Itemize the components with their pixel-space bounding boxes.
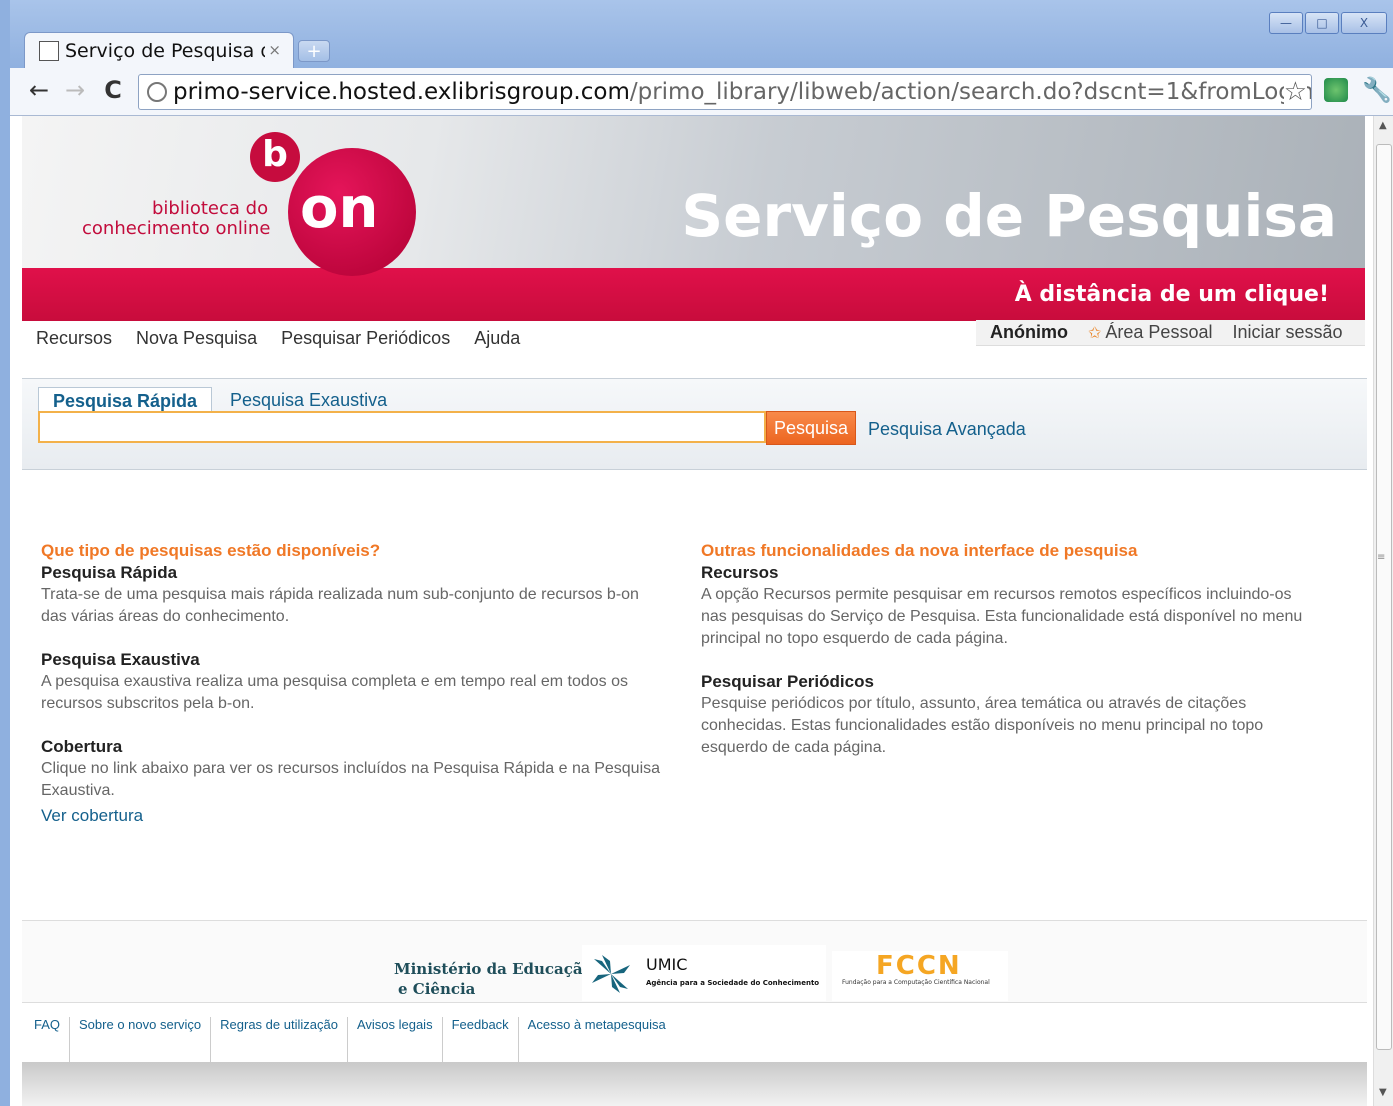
scroll-thumb[interactable] [1376,144,1392,1050]
address-bar[interactable]: primo-service.hosted.exlibrisgroup.com /… [138,74,1312,110]
page-content: b on biblioteca do conhecimento online S… [22,116,1367,1106]
item-title: Pesquisa Rápida [41,563,178,582]
back-icon[interactable]: ← [24,76,54,104]
menu-recursos[interactable]: Recursos [36,328,112,349]
fccn-logo: FCCN Fundação para a Computação Científi… [832,951,1008,1001]
logo-b: b [250,132,300,182]
advanced-search-link[interactable]: Pesquisa Avançada [868,419,1026,440]
page-icon [39,40,59,61]
footer-link-feedback[interactable]: Feedback [441,1017,518,1062]
item-text: A opção Recursos permite pesquisar em re… [701,586,1303,647]
menu-pesquisar-periodicos[interactable]: Pesquisar Periódicos [281,328,450,349]
item-title: Pesquisa Exaustiva [41,650,200,669]
browser-toolbar: ← → C primo-service.hosted.exlibrisgroup… [10,68,1393,116]
info-right-column: Outras funcionalidades da nova interface… [701,540,1321,759]
footer-links: FAQ Sobre o novo serviço Regras de utili… [22,1002,1367,1062]
maximize-button[interactable]: □ [1305,12,1339,34]
url-path: /primo_library/libweb/action/search.do?d… [629,79,1312,105]
umic-logo: UMIC Agência para a Sociedade do Conheci… [582,945,826,1001]
info-left-column: Que tipo de pesquisas estão disponíveis?… [41,540,661,826]
user-menu: Anónimo ✩ Área Pessoal Iniciar sessão [976,320,1365,346]
scroll-up-icon[interactable]: ▲ [1379,120,1387,131]
header-banner: b on biblioteca do conhecimento online S… [22,116,1365,321]
item-title: Recursos [701,563,779,582]
vertical-scrollbar[interactable]: ▲ ≡ ▼ [1373,116,1393,1106]
reload-icon[interactable]: C [98,76,128,104]
footer-link-about[interactable]: Sobre o novo serviço [69,1017,210,1062]
main-menu: Recursos Nova Pesquisa Pesquisar Periódi… [36,328,544,349]
mec-line1: Ministério da Educação [394,960,593,978]
item-text: Pesquise periódicos por título, assunto,… [701,695,1264,756]
section-heading: Outras funcionalidades da nova interface… [701,541,1138,560]
banner-subtitle: À distância de um clique! [1014,282,1329,307]
minimize-button[interactable]: — [1269,12,1303,34]
umic-title: UMIC [646,955,688,974]
star-icon: ✩ [1088,323,1102,342]
menu-nova-pesquisa[interactable]: Nova Pesquisa [136,328,257,349]
search-button[interactable]: Pesquisa [766,411,856,445]
browser-tab[interactable]: Serviço de Pesquisa d × [24,32,294,68]
footer-link-rules[interactable]: Regras de utilização [210,1017,347,1062]
tab-close-icon[interactable]: × [268,41,281,59]
window-controls: — □ X [1267,12,1387,34]
umic-mark-icon [592,955,630,993]
item-title: Pesquisar Periódicos [701,672,874,691]
scroll-grip-icon: ≡ [1377,552,1386,563]
coverage-link[interactable]: Ver cobertura [41,806,143,826]
umic-subtitle: Agência para a Sociedade do Conhecimento [646,979,820,987]
logo-text-line2: conhecimento online [82,218,271,239]
mec-line2: e Ciência [398,980,476,998]
window-frame [0,0,10,1106]
tab-pesquisa-exaustiva[interactable]: Pesquisa Exaustiva [230,387,387,413]
scroll-down-icon[interactable]: ▼ [1379,1087,1387,1098]
footer-link-faq[interactable]: FAQ [34,1017,69,1062]
wrench-icon[interactable]: 🔧 [1362,76,1392,104]
logo-on: on [300,176,379,241]
banner-title: Serviço de Pesquisa [681,182,1337,250]
item-title: Cobertura [41,737,123,756]
menu-ajuda[interactable]: Ajuda [474,328,520,349]
personal-area-link[interactable]: Área Pessoal [1105,322,1212,343]
footer-link-legal[interactable]: Avisos legais [346,1017,442,1062]
close-window-button[interactable]: X [1341,12,1387,34]
tab-pesquisa-rapida[interactable]: Pesquisa Rápida [38,387,212,413]
search-panel: Pesquisa Rápida Pesquisa Exaustiva Pesqu… [22,378,1367,470]
item-text: A pesquisa exaustiva realiza uma pesquis… [41,673,628,712]
extension-icon[interactable] [1324,78,1348,102]
user-name: Anónimo [990,322,1068,342]
footer-logos: Ministério da Educação e Ciência UMIC Ag… [22,920,1367,1002]
tab-title: Serviço de Pesquisa d [65,39,265,62]
globe-icon [147,82,167,102]
item-text: Trata-se de uma pesquisa mais rápida rea… [41,586,639,625]
forward-icon[interactable]: → [60,76,90,104]
mec-logo: Ministério da Educação e Ciência [394,959,593,999]
bookmark-star-icon[interactable]: ☆ [1283,77,1307,107]
new-tab-button[interactable]: + [298,40,330,62]
fccn-subtitle: Fundação para a Computação Científica Na… [842,979,990,986]
fccn-title: FCCN [876,951,962,981]
logo-text-line1: biblioteca do [152,198,269,219]
section-heading: Que tipo de pesquisas estão disponíveis? [41,541,381,560]
search-input[interactable] [38,411,766,443]
footer-link-metasearch[interactable]: Acesso à metapesquisa [517,1017,675,1062]
url-host: primo-service.hosted.exlibrisgroup.com [173,79,630,105]
item-text: Clique no link abaixo para ver os recurs… [41,760,661,799]
footer-bar [22,1062,1367,1106]
login-link[interactable]: Iniciar sessão [1232,322,1342,343]
